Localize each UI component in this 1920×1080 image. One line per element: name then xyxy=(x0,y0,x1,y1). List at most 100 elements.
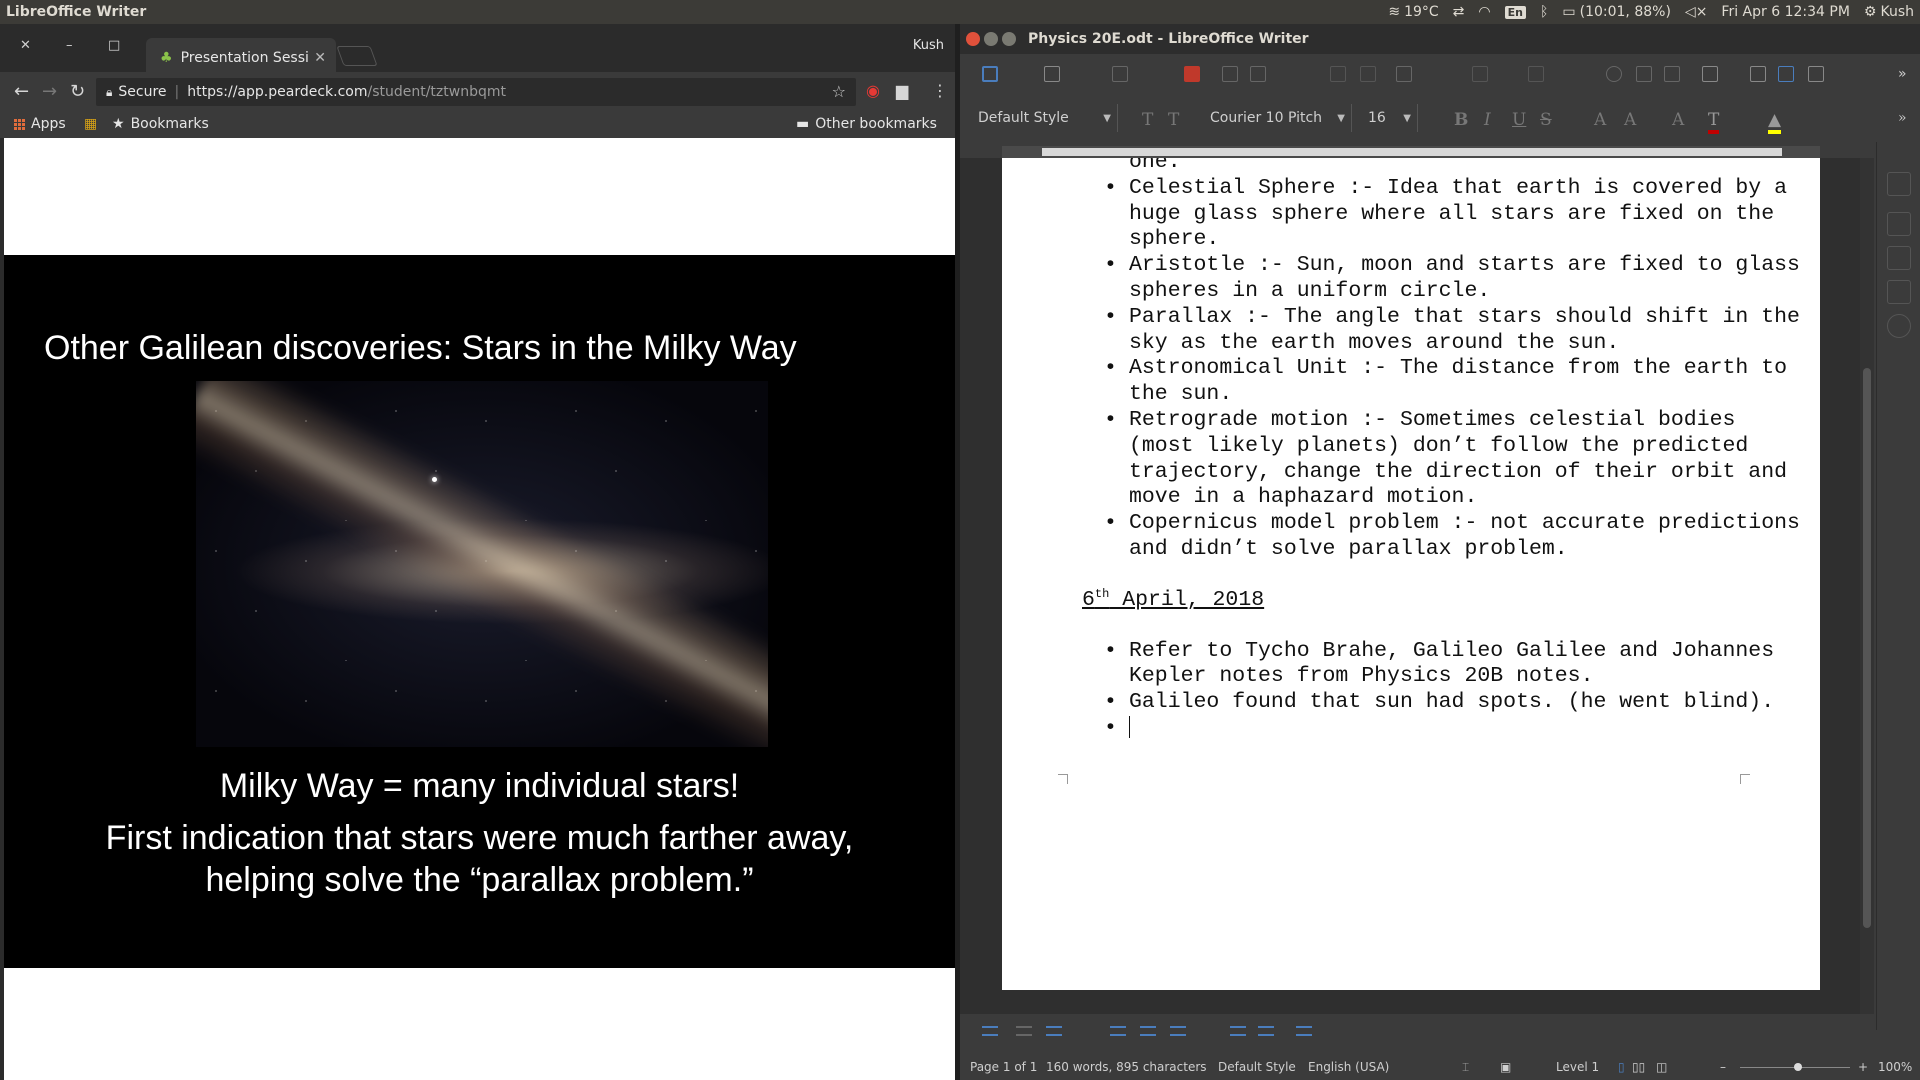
minimize-icon[interactable]: – xyxy=(66,38,73,53)
zoom-slider-knob[interactable] xyxy=(1794,1063,1802,1071)
move-down-icon[interactable] xyxy=(1140,1026,1156,1036)
overflow-chevron-icon[interactable]: » xyxy=(1898,66,1914,82)
bold-icon[interactable]: B xyxy=(1454,110,1468,130)
page-count[interactable]: Page 1 of 1 xyxy=(970,1060,1037,1074)
styles-icon[interactable] xyxy=(1887,246,1911,270)
outdent-icon[interactable] xyxy=(1016,1026,1032,1036)
redo-icon[interactable] xyxy=(1528,66,1544,82)
undo-icon[interactable] xyxy=(1472,66,1488,82)
list-options-icon[interactable] xyxy=(1258,1026,1274,1036)
wifi-icon[interactable]: ◠ xyxy=(1478,4,1490,20)
single-page-view-icon[interactable]: ▯ xyxy=(1618,1060,1625,1074)
print-icon[interactable] xyxy=(1222,66,1238,82)
font-color-icon[interactable]: T xyxy=(1708,110,1720,134)
update-style-icon[interactable]: T xyxy=(1142,110,1153,130)
back-arrow-icon[interactable]: ← xyxy=(14,81,29,102)
print-preview-icon[interactable] xyxy=(1250,66,1266,82)
extension-red-icon[interactable]: ◉ xyxy=(866,81,880,100)
formatting-toolbar: Default Style ▼ T T Courier 10 Pitch ▼ 1… xyxy=(960,96,1920,140)
font-size-select[interactable]: 16 ▼ xyxy=(1360,104,1418,132)
properties-icon[interactable] xyxy=(1887,172,1911,196)
reload-icon[interactable]: ↻ xyxy=(70,81,85,102)
strikethrough-icon[interactable]: S xyxy=(1540,110,1552,130)
overflow-chevron-icon[interactable]: » xyxy=(1898,110,1907,126)
bullets-icon[interactable] xyxy=(1296,1026,1312,1036)
keyboard-layout-indicator[interactable]: En xyxy=(1504,5,1526,19)
highlight-color-icon[interactable]: ▲ xyxy=(1768,110,1782,134)
volume-icon[interactable]: ◁× xyxy=(1685,4,1708,20)
underline-icon[interactable]: U xyxy=(1512,110,1526,130)
profile-button[interactable]: Kush xyxy=(913,38,944,53)
maximize-icon[interactable]: □ xyxy=(108,38,120,53)
save-icon[interactable] xyxy=(1112,66,1128,82)
menu-dots-icon[interactable]: ⋮ xyxy=(932,81,948,100)
other-bookmarks-folder[interactable]: ▬ Other bookmarks xyxy=(796,116,937,132)
tab-close-icon[interactable]: ✕ xyxy=(314,50,326,66)
zoom-level[interactable]: 100% xyxy=(1878,1060,1912,1074)
bookmark-star-icon[interactable]: ☆ xyxy=(832,82,846,101)
word-count[interactable]: 160 words, 895 characters xyxy=(1046,1060,1207,1074)
language[interactable]: English (USA) xyxy=(1308,1060,1389,1074)
indent-icon[interactable] xyxy=(982,1026,998,1036)
font-name-select[interactable]: Courier 10 Pitch ▼ xyxy=(1202,104,1352,132)
spelling-icon[interactable] xyxy=(1636,66,1652,82)
formatting-marks-icon[interactable] xyxy=(1664,66,1680,82)
page-style[interactable]: Default Style xyxy=(1218,1060,1296,1074)
insert-image-icon[interactable] xyxy=(1750,66,1766,82)
text-cursor xyxy=(1129,715,1130,738)
superscript-icon[interactable]: A xyxy=(1594,110,1606,130)
find-icon[interactable] xyxy=(1606,66,1622,82)
extension-chat-icon[interactable]: ▆ xyxy=(896,81,908,100)
scrollbar-thumb[interactable] xyxy=(1863,368,1871,928)
restart-numbering-icon[interactable] xyxy=(1230,1026,1246,1036)
bookmarks-folder[interactable]: ★ Bookmarks xyxy=(112,116,209,132)
close-icon[interactable]: ✕ xyxy=(20,38,31,53)
horizontal-ruler[interactable] xyxy=(1002,146,1820,158)
page-icon[interactable] xyxy=(1887,212,1911,236)
sidebar-toggle-icon[interactable] xyxy=(982,66,998,82)
gallery-icon[interactable] xyxy=(1887,280,1911,304)
open-icon[interactable] xyxy=(1044,66,1060,82)
insert-mode-icon[interactable]: ⌶ xyxy=(1462,1060,1469,1075)
paste-icon[interactable] xyxy=(1396,66,1412,82)
weather-indicator[interactable]: ≋ 19°C xyxy=(1388,4,1438,20)
address-bar[interactable]: 🔒︎ Secure | https://app.peardeck.com/stu… xyxy=(96,78,856,106)
battery-indicator[interactable]: ▭ (10:01, 88%) xyxy=(1562,4,1671,20)
document-modified-icon[interactable]: ▣ xyxy=(1500,1060,1511,1074)
book-view-icon[interactable]: ◫ xyxy=(1656,1060,1667,1074)
minimize-icon[interactable] xyxy=(984,32,998,46)
multi-page-view-icon[interactable]: ▯▯ xyxy=(1632,1060,1645,1074)
export-pdf-icon[interactable] xyxy=(1184,66,1200,82)
slide-text-line2b: helping solve the “parallax problem.” xyxy=(205,861,754,899)
maximize-icon[interactable] xyxy=(1002,32,1016,46)
new-tab-button[interactable] xyxy=(336,46,378,66)
grid-bookmark[interactable]: ▦ xyxy=(84,116,97,132)
move-up-icon[interactable] xyxy=(1110,1026,1126,1036)
demote-icon[interactable] xyxy=(1046,1026,1062,1036)
apps-bookmark[interactable]: Apps xyxy=(14,116,66,132)
zoom-in-icon[interactable]: + xyxy=(1858,1060,1868,1074)
close-icon[interactable] xyxy=(966,32,980,46)
clear-formatting-icon[interactable]: A xyxy=(1672,110,1684,130)
paragraph-style-select[interactable]: Default Style ▼ xyxy=(970,104,1118,132)
document-text[interactable]: one. Celestial Sphere :- Idea that earth… xyxy=(1082,158,1802,744)
transfer-icon[interactable]: ⇄ xyxy=(1453,4,1465,20)
copy-icon[interactable] xyxy=(1360,66,1376,82)
subscript-icon[interactable]: A xyxy=(1624,110,1636,130)
clock[interactable]: Fri Apr 6 12:34 PM xyxy=(1721,4,1849,20)
bluetooth-icon[interactable]: ᛒ xyxy=(1540,4,1548,20)
list-item: Copernicus model problem :- not accurate… xyxy=(1104,511,1802,563)
navigator-icon[interactable] xyxy=(1887,314,1911,338)
zoom-out-icon[interactable]: – xyxy=(1720,1060,1726,1074)
vertical-scrollbar[interactable] xyxy=(1860,158,1874,1014)
italic-icon[interactable]: I xyxy=(1484,110,1491,130)
document-page[interactable]: one. Celestial Sphere :- Idea that earth… xyxy=(1002,158,1820,990)
insert-table-icon[interactable] xyxy=(1702,66,1718,82)
insert-textbox-icon[interactable] xyxy=(1808,66,1824,82)
insert-chart-icon[interactable] xyxy=(1778,66,1794,82)
cut-icon[interactable] xyxy=(1330,66,1346,82)
insert-unnumbered-icon[interactable] xyxy=(1170,1026,1186,1036)
forward-arrow-icon[interactable]: → xyxy=(42,81,57,102)
user-menu[interactable]: ⚙ Kush xyxy=(1864,4,1914,20)
new-style-icon[interactable]: T xyxy=(1168,110,1179,130)
